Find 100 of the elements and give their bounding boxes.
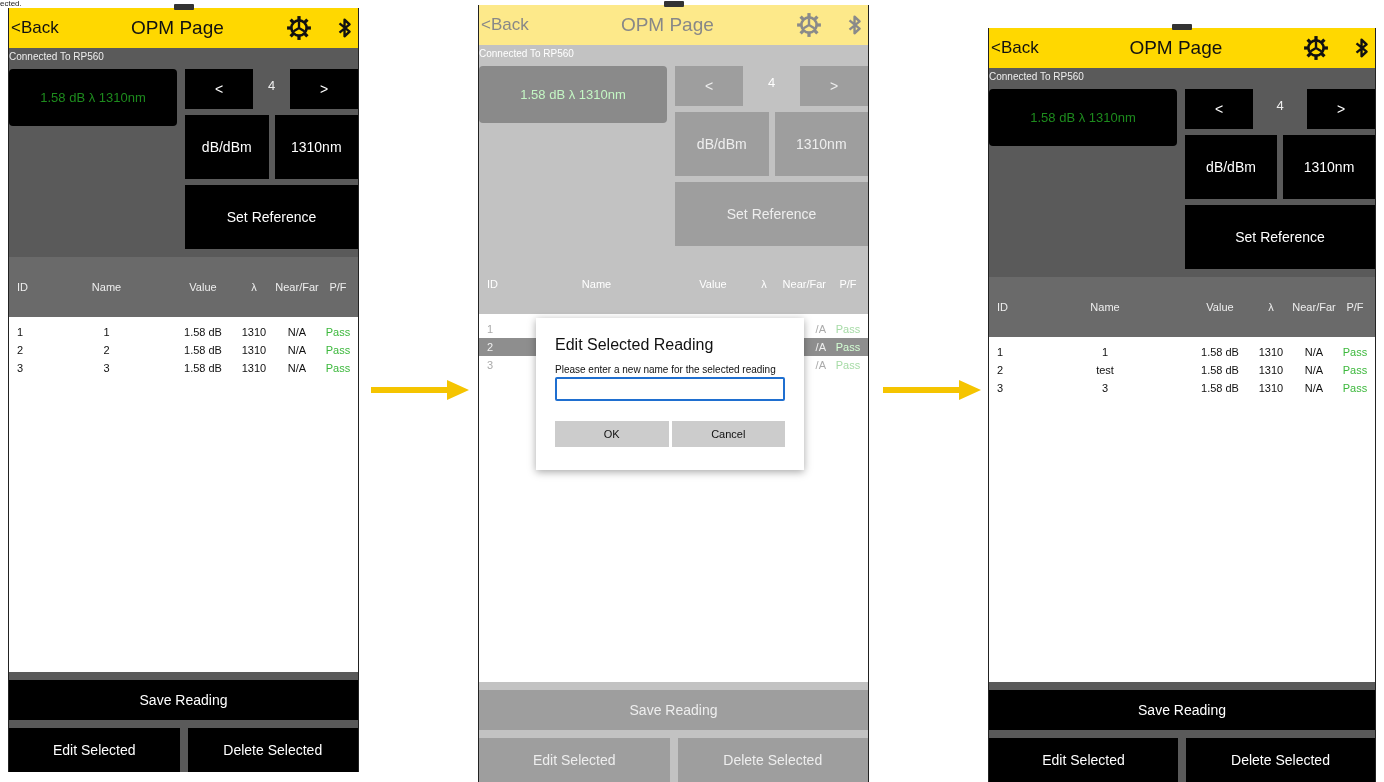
column-header: Near/Far xyxy=(1291,301,1337,313)
column-header: λ xyxy=(760,278,768,290)
column-header: Near/Far xyxy=(782,278,827,290)
column-header: Name xyxy=(580,278,613,290)
save-reading-button[interactable]: Save Reading xyxy=(989,690,1375,730)
column-header: ID xyxy=(17,281,29,293)
back-link[interactable]: <Back xyxy=(11,18,59,38)
column-header: Value xyxy=(1205,301,1235,313)
table-cell-text: 1310 xyxy=(1257,346,1285,358)
index-number: 4 xyxy=(266,77,277,93)
table-cell-text: Pass xyxy=(324,362,352,374)
table-cell-text: Pass xyxy=(1341,346,1369,358)
table-cell-text: 1310 xyxy=(240,362,268,374)
column-header: P/F xyxy=(838,278,858,290)
table-cell-text: 2 xyxy=(102,344,111,356)
table-row[interactable]: 1 1 1.58 dB 1310 N/A Pass xyxy=(9,323,358,341)
table-cell-text: 3 xyxy=(102,362,111,374)
next-button[interactable]: > xyxy=(1307,89,1375,129)
table-row[interactable]: 3 3 1.58 dB 1310 N/A Pass xyxy=(9,359,358,377)
column-header: λ xyxy=(250,281,258,293)
table-cell-text: 2 xyxy=(17,344,25,356)
settings-icon[interactable] xyxy=(1303,35,1329,61)
table-cell-text: Pass xyxy=(324,344,352,356)
table-cell-text: 2 xyxy=(997,364,1005,376)
table-cell-text: 1.58 dB xyxy=(183,362,223,374)
save-reading-button[interactable]: Save Reading xyxy=(9,680,358,720)
table-cell-text: 1 xyxy=(487,323,495,335)
connection-status: Connected To RP560 xyxy=(9,48,358,65)
name-input-field[interactable] xyxy=(555,377,785,401)
table-cell-text: 1310 xyxy=(240,344,268,356)
page-title: OPM Page xyxy=(619,14,715,36)
table-cell-text: 1 xyxy=(1100,346,1110,358)
table-cell-text: 1.58 dB xyxy=(183,326,223,338)
table-cell-text: 1310 xyxy=(1257,364,1285,376)
table-cell-text: Pass xyxy=(1341,382,1369,394)
table-cell-text: Pass xyxy=(1341,364,1369,376)
table-cell-text: 1.58 dB xyxy=(183,344,223,356)
table-cell-text: 1 xyxy=(17,326,25,338)
table-cell-text: 1.58 dB xyxy=(1200,382,1240,394)
table-cell-text: N/A xyxy=(286,344,308,356)
column-header: ID xyxy=(487,278,499,290)
table-cell-text: Pass xyxy=(834,359,862,371)
table-cell-text: N/A xyxy=(1303,382,1325,394)
table-row[interactable]: 2 test 1.58 dB 1310 N/A Pass xyxy=(989,361,1375,379)
table-cell-text: 3 xyxy=(17,362,25,374)
table-cell-text: Pass xyxy=(834,323,862,335)
column-header: Name xyxy=(1089,301,1121,313)
index-number: 4 xyxy=(1275,97,1285,113)
table-row[interactable]: 3 3 1.58 dB 1310 N/A Pass xyxy=(989,379,1375,397)
unit-button[interactable]: dB/dBm xyxy=(1185,135,1277,199)
reading-display: 1.58 dB λ 1310nm xyxy=(479,66,667,123)
dialog-title: Edit Selected Reading xyxy=(555,336,715,354)
handle-icon xyxy=(1172,24,1192,30)
handle-icon xyxy=(173,4,194,10)
column-header: λ xyxy=(1267,301,1275,313)
settings-icon[interactable] xyxy=(286,15,312,41)
page-title: OPM Page xyxy=(129,17,225,39)
set-reference-button[interactable]: Set Reference xyxy=(1185,205,1375,269)
table-cell-text: 1310 xyxy=(240,326,268,338)
table-cell-text: N/A xyxy=(1303,346,1325,358)
page-title: OPM Page xyxy=(1128,37,1224,59)
ok-button[interactable]: OK xyxy=(555,421,669,447)
back-link[interactable]: <Back xyxy=(991,38,1039,58)
table-row[interactable]: 1 1 1.58 dB 1310 N/A Pass xyxy=(989,343,1375,361)
column-header: Name xyxy=(90,281,123,293)
delete-selected-button[interactable]: Delete Selected xyxy=(187,728,358,772)
table-cell-text: /A xyxy=(814,359,827,371)
unit-button[interactable]: dB/dBm xyxy=(185,115,269,179)
column-header: P/F xyxy=(328,281,348,293)
column-header: Value xyxy=(188,281,218,293)
table-cell-text: 1.58 dB xyxy=(1200,364,1240,376)
connection-status: Connected To RP560 xyxy=(989,68,1375,85)
previous-button[interactable]: < xyxy=(185,69,253,109)
delete-selected-button[interactable]: Delete Selected xyxy=(1186,738,1375,782)
caption-text: ected. xyxy=(0,0,22,8)
table-cell-text: Pass xyxy=(834,341,862,353)
index-number: 4 xyxy=(766,74,777,90)
next-button[interactable]: > xyxy=(290,69,358,109)
table-cell-text: /A xyxy=(814,341,827,353)
cancel-button[interactable]: Cancel xyxy=(671,421,785,447)
column-header: Value xyxy=(698,278,728,290)
edit-selected-button[interactable]: Edit Selected xyxy=(9,728,180,772)
table-cell-text: 2 xyxy=(487,341,495,353)
table-cell-text: 1 xyxy=(997,346,1005,358)
set-reference-button[interactable]: Set Reference xyxy=(185,185,358,249)
table-cell-text: 3 xyxy=(1100,382,1110,394)
table-cell-text: test xyxy=(1095,364,1115,376)
table-cell-text: /A xyxy=(814,323,827,335)
wavelength-button[interactable]: 1310nm xyxy=(1283,135,1375,199)
table-row[interactable]: 2 2 1.58 dB 1310 N/A Pass xyxy=(9,341,358,359)
table-cell-text: N/A xyxy=(286,362,308,374)
table-cell-text: 1.58 dB xyxy=(1200,346,1240,358)
wavelength-button[interactable]: 1310nm xyxy=(274,115,358,179)
dialog-label: Please enter a new name for the selected reading xyxy=(555,364,777,375)
column-header: ID xyxy=(997,301,1009,313)
table-cell-text: 1 xyxy=(102,326,111,338)
previous-button[interactable]: < xyxy=(1185,89,1253,129)
table-cell-text: 1310 xyxy=(1257,382,1285,394)
edit-selected-button[interactable]: Edit Selected xyxy=(989,738,1178,782)
table-cell-text: N/A xyxy=(1303,364,1325,376)
